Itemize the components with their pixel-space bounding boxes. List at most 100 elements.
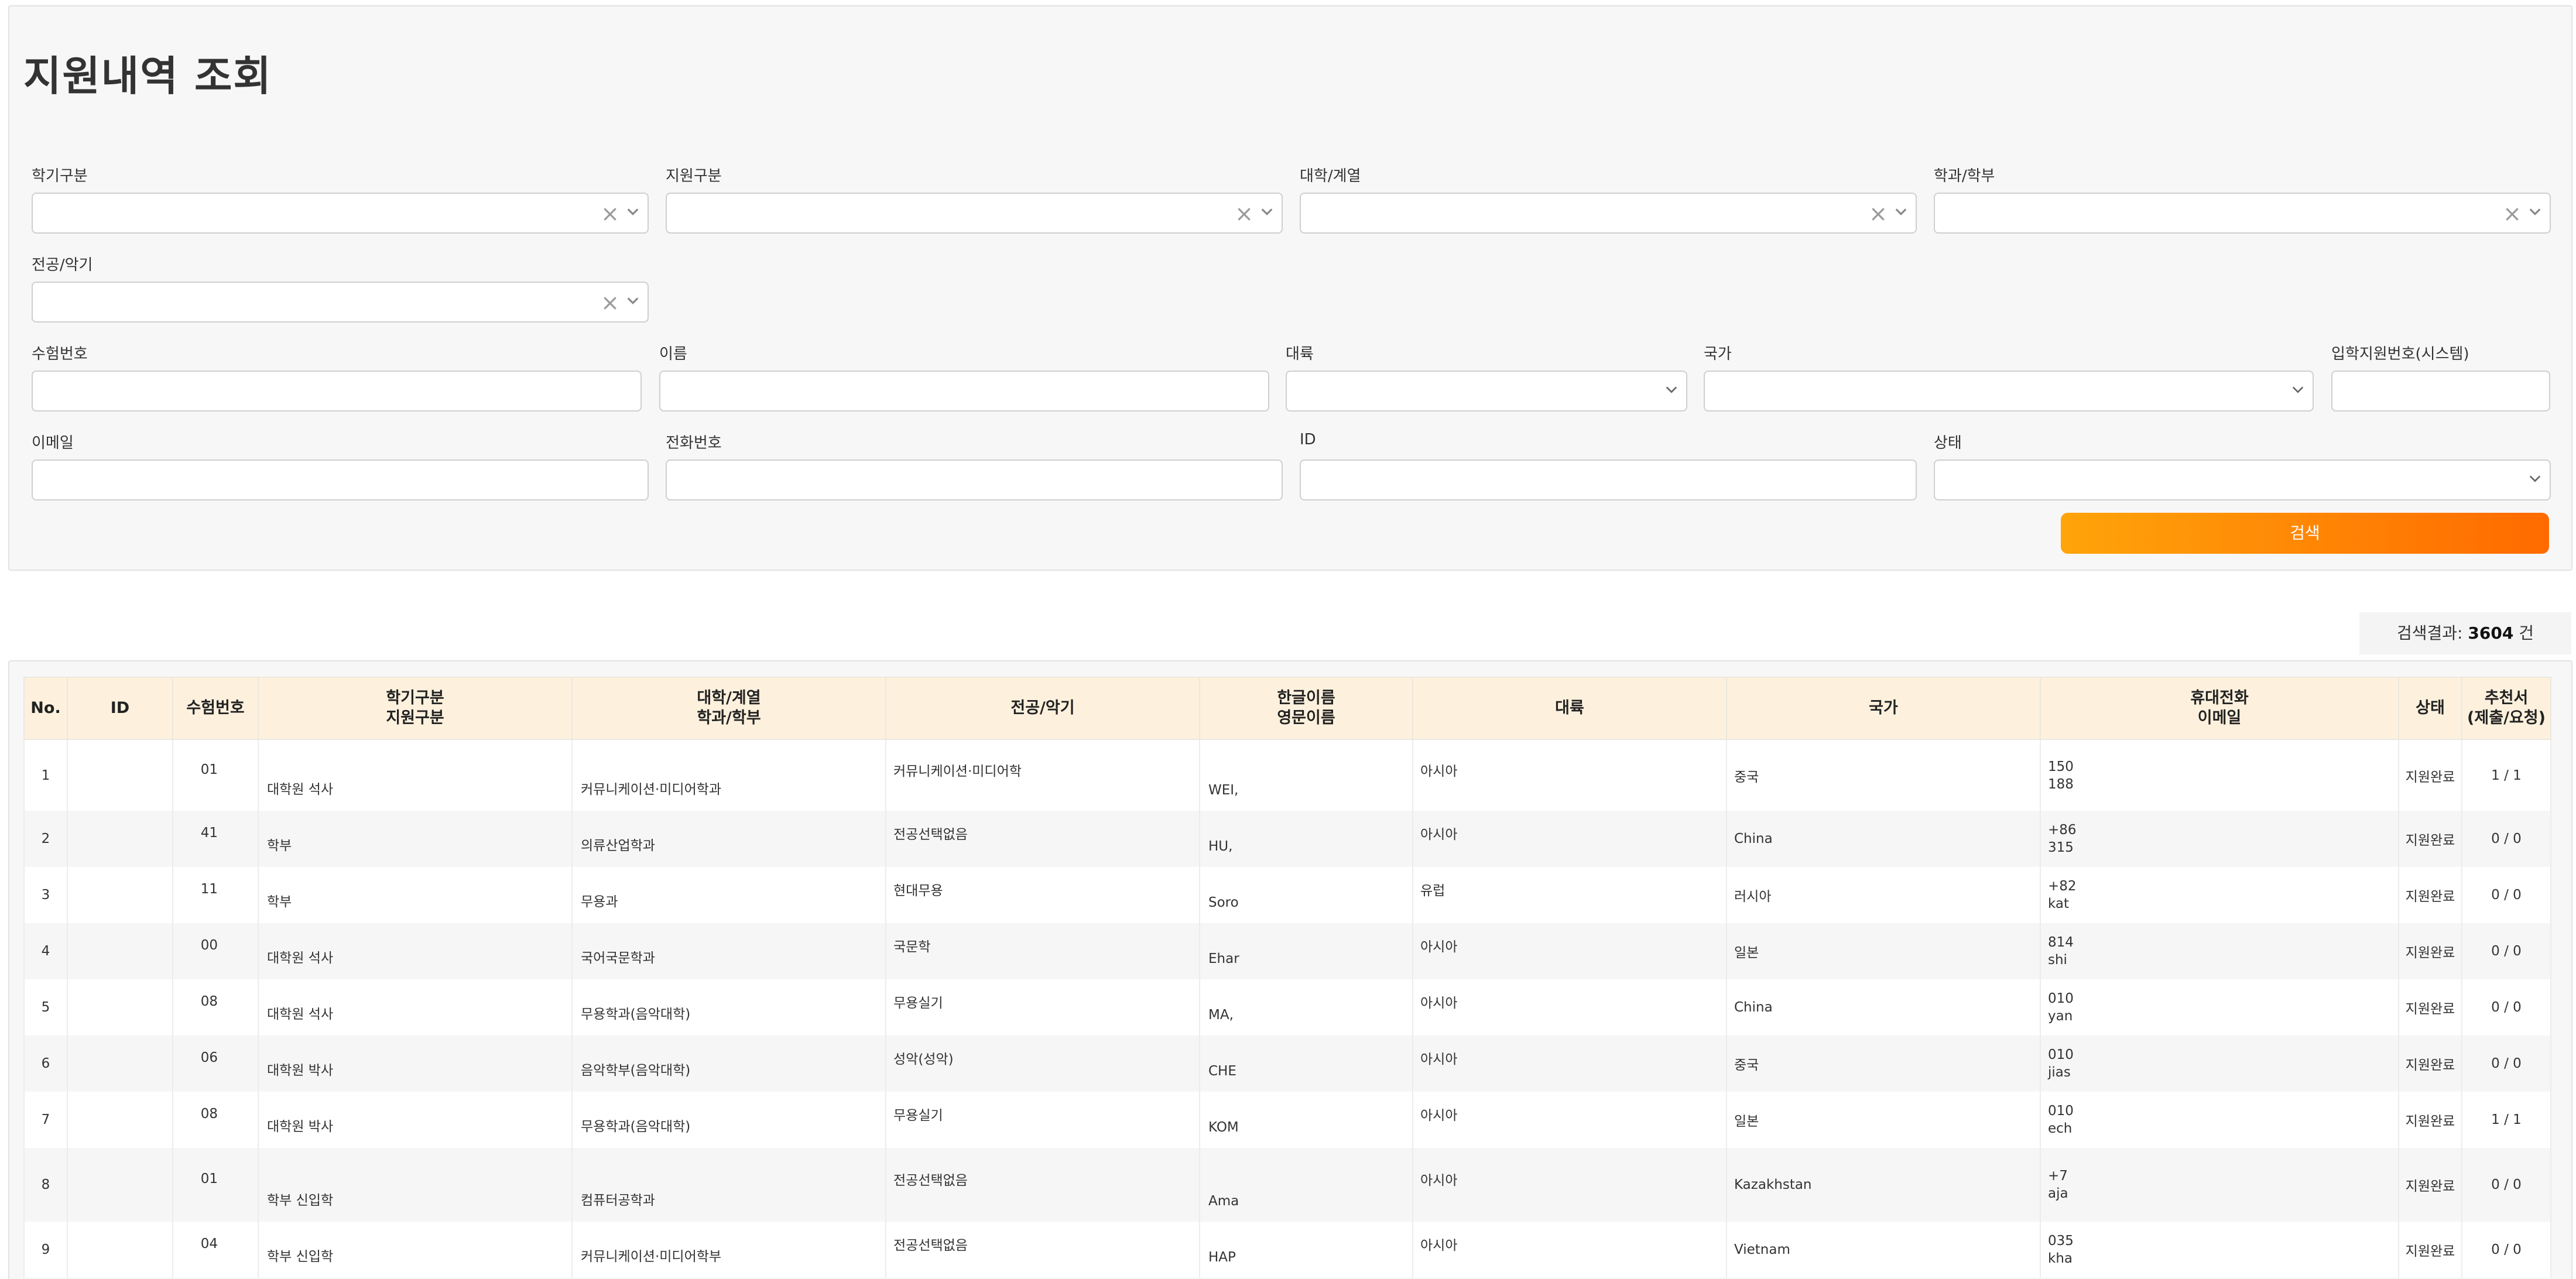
cell-status: 지원완료	[2398, 1222, 2462, 1278]
country-select[interactable]	[1704, 371, 2314, 412]
cell-recommendation: 0 / 0	[2461, 1148, 2551, 1222]
cell-dept: 무용학과(음악대학)	[571, 1092, 886, 1148]
col-name[interactable]: 한글이름 영문이름	[1199, 677, 1413, 740]
cell-exam-no: 41	[172, 811, 259, 867]
cell-type: 대학원 석사	[258, 923, 573, 979]
cell-name: HAP	[1199, 1222, 1413, 1278]
cell-continent: 아시아	[1412, 1222, 1727, 1278]
col-college-dept[interactable]: 대학/계열 학과/학부	[571, 677, 886, 740]
cell-no: 3	[23, 867, 68, 923]
department-select[interactable]: ×	[1934, 193, 2551, 234]
cell-country: 중국	[1726, 1035, 2041, 1092]
major-select[interactable]: ×	[32, 282, 649, 323]
col-no[interactable]: No.	[23, 677, 68, 740]
chevron-down-icon[interactable]	[1895, 205, 1907, 218]
cell-name: Ehar	[1199, 923, 1413, 979]
result-unit: 건	[2519, 623, 2534, 643]
cell-contact: 010 ech	[2040, 1092, 2399, 1148]
cell-id	[67, 1092, 173, 1148]
cell-no: 1	[23, 739, 68, 811]
table-row[interactable]: 4 00 대학원 석사 국어국문학과 국문학 Ehar 아시아 일본 814 shi 지원완료 0 …	[23, 923, 2551, 979]
cell-country: Vietnam	[1726, 1222, 2041, 1278]
table-row[interactable]: 6 06 대학원 박사 음악학부(음악대학) 성악(성악) CHE 아시아 중국 010 jia…	[23, 1035, 2551, 1092]
chevron-down-icon[interactable]	[1260, 205, 1273, 218]
clear-x-icon[interactable]: ×	[601, 290, 619, 316]
continent-select[interactable]	[1286, 371, 1687, 412]
cell-id	[67, 1035, 173, 1092]
table-row[interactable]: 5 08 대학원 석사 무용학과(음악대학) 무용실기 MA, 아시아 China 010 ya…	[23, 979, 2551, 1035]
table-row[interactable]: 2 41 학부 의류산업학과 전공선택없음 HU, 아시아 China +86 315 지원완료 0…	[23, 811, 2551, 867]
cell-major: 무용실기	[885, 979, 1200, 1035]
cell-type: 학부	[258, 811, 573, 867]
cell-dept: 무용학과(음악대학)	[571, 979, 886, 1035]
col-recommendation[interactable]: 추천서 (제출/요청)	[2461, 677, 2551, 740]
col-id[interactable]: ID	[67, 677, 173, 740]
table-row[interactable]: 3 11 학부 무용과 현대무용 Soro 유럽 러시아 +82 kat 지원완료 0 / 0	[23, 867, 2551, 923]
cell-recommendation: 0 / 0	[2461, 867, 2551, 923]
table-row[interactable]: 7 08 대학원 박사 무용학과(음악대학) 무용실기 KOM 아시아 일본 010 ech 지원…	[23, 1092, 2551, 1148]
col-exam-no[interactable]: 수험번호	[172, 677, 259, 740]
cell-id	[67, 1222, 173, 1278]
email-input[interactable]	[32, 460, 649, 500]
table-row[interactable]: 1 01 대학원 석사 커뮤니케이션·미디어학과 커뮤니케이션·미디어학 WEI, 아시아 중…	[23, 739, 2551, 811]
chevron-down-icon[interactable]	[626, 205, 639, 218]
cell-recommendation: 0 / 0	[2461, 811, 2551, 867]
cell-name: HU,	[1199, 811, 1413, 867]
cell-id	[67, 923, 173, 979]
cell-country: 중국	[1726, 739, 2041, 811]
cell-type: 학부	[258, 867, 573, 923]
col-contact[interactable]: 휴대전화 이메일	[2040, 677, 2399, 740]
table-row[interactable]: 9 04 학부 신입학 커뮤니케이션·미디어학부 전공선택없음 HAP 아시아 Vietnam…	[23, 1222, 2551, 1278]
cell-id	[67, 811, 173, 867]
result-prefix: 검색결과:	[2397, 623, 2463, 643]
cell-dept: 컴퓨터공학과	[571, 1148, 886, 1222]
cell-country: China	[1726, 979, 2041, 1035]
status-select[interactable]	[1934, 460, 2551, 500]
id-input[interactable]	[1300, 460, 1917, 500]
cell-no: 9	[23, 1222, 68, 1278]
cell-continent: 아시아	[1412, 1092, 1727, 1148]
phone-input[interactable]	[666, 460, 1283, 500]
chevron-down-icon[interactable]	[626, 294, 639, 307]
cell-contact: 010 jias	[2040, 1035, 2399, 1092]
chevron-down-icon[interactable]	[1665, 383, 1678, 396]
cell-major: 커뮤니케이션·미디어학	[885, 739, 1200, 811]
chevron-down-icon[interactable]	[2529, 472, 2541, 485]
apply-type-select[interactable]: ×	[666, 193, 1283, 234]
clear-x-icon[interactable]: ×	[2503, 201, 2522, 227]
cell-recommendation: 1 / 1	[2461, 739, 2551, 811]
chevron-down-icon[interactable]	[2291, 383, 2304, 396]
cell-recommendation: 0 / 0	[2461, 1035, 2551, 1092]
name-input[interactable]	[659, 371, 1269, 412]
cell-contact: 010 yan	[2040, 979, 2399, 1035]
table-row[interactable]: 8 01 학부 신입학 컴퓨터공학과 전공선택없음 Ama 아시아 Kazakhstan +7 …	[23, 1148, 2551, 1222]
cell-continent: 아시아	[1412, 1035, 1727, 1092]
cell-contact: +82 kat	[2040, 867, 2399, 923]
cell-dept: 음악학부(음악대학)	[571, 1035, 886, 1092]
cell-exam-no: 08	[172, 979, 259, 1035]
cell-contact: 150 188	[2040, 739, 2399, 811]
col-country[interactable]: 국가	[1726, 677, 2041, 740]
search-button[interactable]: 검색	[2061, 513, 2549, 554]
cell-major: 성악(성악)	[885, 1035, 1200, 1092]
col-continent[interactable]: 대륙	[1412, 677, 1727, 740]
system-no-input[interactable]	[2331, 371, 2550, 412]
col-semester-type[interactable]: 학기구분 지원구분	[258, 677, 573, 740]
clear-x-icon[interactable]: ×	[1235, 201, 1253, 227]
college-select[interactable]: ×	[1300, 193, 1917, 234]
applications-table: No. ID 수험번호 학기구분 지원구분 대학/계열 학과/학부 전공/악기 …	[23, 677, 2551, 1278]
clear-x-icon[interactable]: ×	[601, 201, 619, 227]
name-label: 이름	[659, 345, 687, 363]
cell-status: 지원완료	[2398, 1148, 2462, 1222]
col-status[interactable]: 상태	[2398, 677, 2462, 740]
clear-x-icon[interactable]: ×	[1869, 201, 1888, 227]
col-major[interactable]: 전공/악기	[885, 677, 1200, 740]
cell-status: 지원완료	[2398, 979, 2462, 1035]
page-title: 지원내역 조회	[23, 52, 272, 100]
exam-no-input[interactable]	[32, 371, 642, 412]
cell-recommendation: 1 / 1	[2461, 1092, 2551, 1148]
cell-type: 학부 신입학	[258, 1222, 573, 1278]
email-label: 이메일	[32, 434, 74, 452]
chevron-down-icon[interactable]	[2529, 205, 2541, 218]
semester-select[interactable]: ×	[32, 193, 649, 234]
